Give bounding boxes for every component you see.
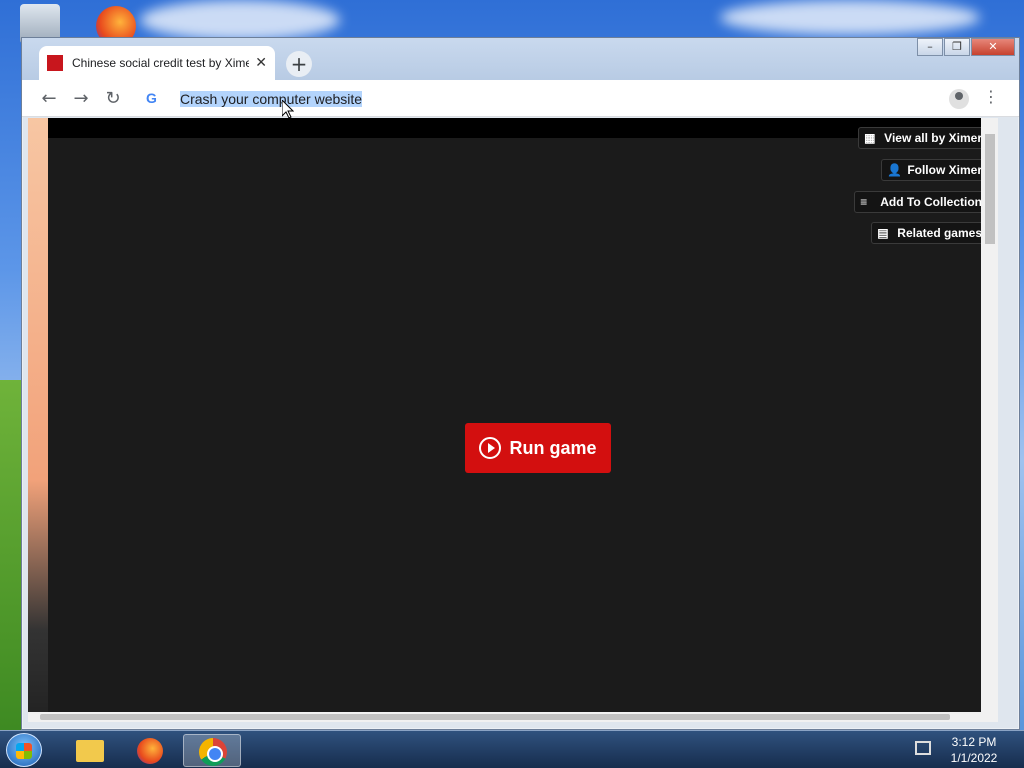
maximize-button[interactable]: ❐ bbox=[944, 38, 970, 56]
view-all-label: View all by Ximer bbox=[884, 131, 982, 145]
add-to-collection-label: Add To Collection bbox=[880, 195, 982, 209]
follow-ximer-button[interactable]: 👤 Follow Ximer bbox=[881, 159, 988, 181]
windows-logo-icon bbox=[16, 743, 32, 759]
vertical-scrollbar-thumb[interactable] bbox=[985, 134, 995, 244]
forward-arrow-icon[interactable]: → bbox=[70, 88, 92, 110]
new-tab-button[interactable]: + bbox=[286, 51, 312, 77]
taskbar-firefox[interactable] bbox=[121, 734, 179, 767]
address-bar-text[interactable]: Crash your computer website bbox=[180, 91, 363, 107]
store-icon: ▦ bbox=[864, 131, 876, 145]
browser-titlebar: Chinese social credit test by Ximer ✕ + … bbox=[22, 38, 1019, 80]
taskbar-file-explorer[interactable] bbox=[60, 734, 118, 767]
tab-title: Chinese social credit test by Ximer bbox=[72, 56, 250, 70]
game-frame-topbar bbox=[48, 118, 998, 138]
start-button[interactable] bbox=[6, 733, 42, 767]
folder-icon bbox=[76, 740, 104, 762]
browser-window: Chinese social credit test by Ximer ✕ + … bbox=[21, 37, 1020, 730]
browser-tab-active[interactable]: Chinese social credit test by Ximer ✕ bbox=[39, 46, 275, 80]
run-game-label: Run game bbox=[509, 437, 597, 458]
clock-date: 1/1/2022 bbox=[950, 751, 998, 765]
taskbar-chrome[interactable] bbox=[183, 734, 241, 767]
chrome-icon bbox=[199, 738, 227, 766]
back-arrow-icon[interactable]: ← bbox=[38, 88, 60, 110]
profile-avatar-icon[interactable] bbox=[949, 89, 969, 109]
wallpaper-cloud bbox=[140, 0, 340, 40]
play-icon bbox=[479, 437, 502, 459]
tab-close-icon[interactable]: ✕ bbox=[255, 55, 267, 71]
address-bar[interactable]: Crash your computer website bbox=[180, 88, 363, 110]
wallpaper-cloud bbox=[720, 0, 980, 35]
follow-label: Follow Ximer bbox=[907, 163, 982, 177]
user-plus-icon: 👤 bbox=[887, 163, 903, 177]
related-games-label: Related games bbox=[897, 226, 982, 240]
browser-menu-icon[interactable]: ⋮ bbox=[983, 87, 999, 106]
playlist-add-icon: ≡ bbox=[860, 195, 868, 209]
window-controls: – ❐ ✕ bbox=[916, 38, 1015, 56]
taskbar: 3:12 PM 1/1/2022 bbox=[0, 730, 1024, 768]
horizontal-scrollbar-thumb[interactable] bbox=[40, 714, 950, 720]
reload-icon[interactable]: ↻ bbox=[102, 88, 124, 110]
firefox-icon bbox=[137, 738, 163, 764]
google-search-icon: G bbox=[146, 90, 157, 106]
map-icon: ▤ bbox=[877, 226, 889, 240]
related-games-button[interactable]: ▤ Related games bbox=[871, 222, 988, 244]
network-tray-icon[interactable] bbox=[915, 741, 931, 755]
clock-time: 3:12 PM bbox=[951, 735, 997, 749]
browser-toolbar: ← → ↻ G Crash your computer website ⋮ bbox=[22, 80, 1019, 117]
horizontal-scrollbar[interactable] bbox=[28, 712, 998, 722]
run-game-button[interactable]: Run game bbox=[465, 423, 611, 473]
add-to-collection-button[interactable]: ≡ Add To Collection bbox=[854, 191, 988, 213]
minimize-button[interactable]: – bbox=[917, 38, 943, 56]
page-background-strip bbox=[28, 118, 48, 721]
game-frame: ▦ View all by Ximer 👤 Follow Ximer ≡ Add… bbox=[48, 118, 998, 721]
view-all-by-ximer-button[interactable]: ▦ View all by Ximer bbox=[858, 127, 988, 149]
tab-favicon-icon bbox=[47, 55, 63, 71]
system-clock[interactable]: 3:12 PM 1/1/2022 bbox=[944, 734, 1004, 766]
vertical-scrollbar[interactable] bbox=[981, 118, 998, 721]
close-window-button[interactable]: ✕ bbox=[971, 38, 1015, 56]
page-viewport: ▦ View all by Ximer 👤 Follow Ximer ≡ Add… bbox=[28, 118, 998, 721]
